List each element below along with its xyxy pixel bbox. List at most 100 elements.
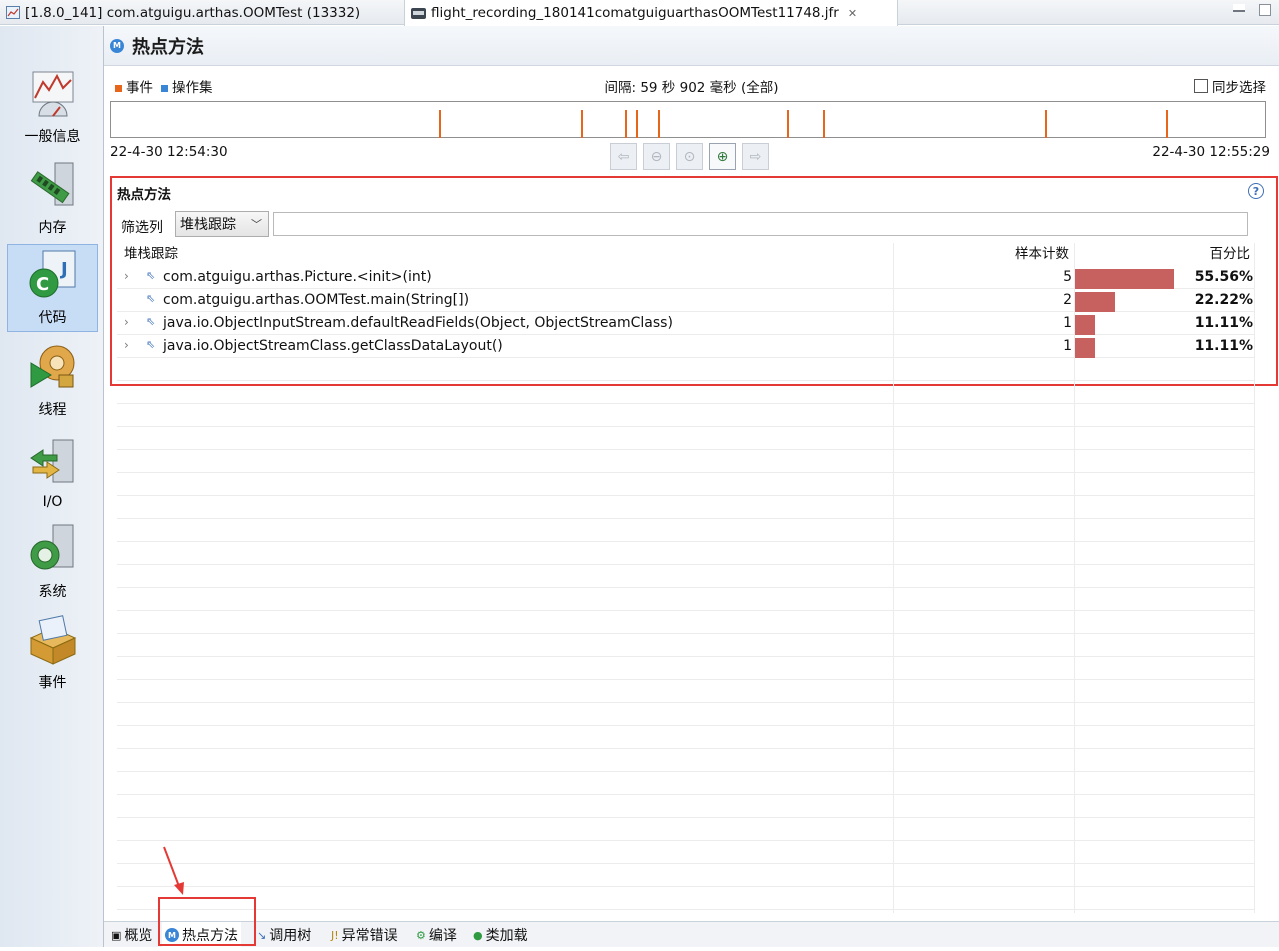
- page-header: M 热点方法: [104, 26, 1279, 66]
- method-name: com.atguigu.arthas.OOMTest.main(String[]…: [163, 292, 470, 308]
- nav-label: 一般信息: [24, 129, 81, 145]
- filter-column-select[interactable]: 堆栈跟踪 ﹀: [175, 211, 269, 237]
- sample-count: 1: [1063, 315, 1072, 331]
- memory-icon: [30, 162, 73, 206]
- overview-icon: ▣: [111, 928, 122, 942]
- chevron-right-icon[interactable]: ›: [124, 338, 129, 352]
- empty-row: [117, 726, 1255, 749]
- tab-flight-recording[interactable]: flight_recording_180141comatguiguarthasO…: [404, 0, 898, 26]
- tab-overview[interactable]: ▣ 概览: [108, 922, 155, 948]
- call-tree-icon: ↘: [257, 928, 267, 942]
- back-arrow-icon[interactable]: ⇦: [610, 143, 637, 170]
- nav-label: I/O: [42, 494, 63, 510]
- header-stack-trace[interactable]: 堆栈跟踪: [124, 243, 178, 266]
- chevron-right-icon[interactable]: ›: [124, 269, 129, 283]
- sync-select-checkbox[interactable]: [1194, 79, 1208, 93]
- time-start: 22-4-30 12:54:30: [110, 144, 228, 160]
- page-title: 热点方法: [132, 36, 204, 58]
- zoom-toolbar: ⇦ ⊖ ⊙ ⊕ ⇨: [610, 143, 769, 170]
- event-marker: [787, 110, 789, 138]
- zoom-fit-icon[interactable]: ⊙: [676, 143, 703, 170]
- exception-icon: J!: [331, 928, 339, 942]
- nav-item-events[interactable]: 事件: [7, 608, 98, 696]
- help-icon[interactable]: ?: [1248, 183, 1264, 199]
- sync-select-label: 同步选择: [1212, 80, 1266, 96]
- filter-column-value: 堆栈跟踪: [180, 217, 236, 233]
- left-navigation: 一般信息 内存 J C 代码 线程 I/O 系统 事件: [0, 26, 104, 947]
- empty-row: [117, 473, 1255, 496]
- event-marker: [1166, 110, 1168, 138]
- chevron-right-icon[interactable]: ›: [124, 315, 129, 329]
- system-icon: [30, 524, 73, 570]
- close-icon[interactable]: ✕: [848, 7, 857, 20]
- chevron-down-icon: ﹀: [251, 218, 262, 231]
- bottom-tab-bar: ▣ 概览 M 热点方法 ↘ 调用树 J! 异常错误 ⚙ 编译 ● 类加载: [104, 921, 1279, 948]
- chart-icon: [32, 71, 73, 117]
- event-marker: [581, 110, 583, 138]
- thread-icon: [30, 345, 74, 388]
- tab-class-loading[interactable]: ● 类加载: [470, 922, 531, 948]
- zoom-out-icon[interactable]: ⊖: [643, 143, 670, 170]
- nav-item-system[interactable]: 系统: [7, 517, 98, 605]
- empty-row: [117, 404, 1255, 427]
- tab-exceptions[interactable]: J! 异常错误: [328, 922, 401, 948]
- nav-item-general[interactable]: 一般信息: [7, 62, 98, 150]
- editor-tab-bar: [1.8.0_141] com.atguigu.arthas.OOMTest (…: [0, 0, 1279, 26]
- method-icon: ⇖: [146, 315, 156, 328]
- table-row[interactable]: › ⇖ com.atguigu.arthas.Picture.<init>(int)…: [117, 266, 1255, 289]
- time-end: 22-4-30 12:55:29: [1152, 144, 1270, 160]
- empty-row: [117, 841, 1255, 864]
- annotation-arrow-icon: [163, 846, 184, 895]
- method-name: java.io.ObjectInputStream.defaultReadFie…: [163, 315, 673, 331]
- event-marker: [658, 110, 660, 138]
- empty-row: [117, 703, 1255, 726]
- table-row[interactable]: › ⇖ java.io.ObjectInputStream.defaultReadF…: [117, 312, 1255, 335]
- event-marker: [439, 110, 441, 138]
- forward-arrow-icon[interactable]: ⇨: [742, 143, 769, 170]
- empty-row: [117, 358, 1255, 381]
- empty-row: [117, 519, 1255, 542]
- table-row[interactable]: › ⇖ java.io.ObjectStreamClass.getClassData…: [117, 335, 1255, 358]
- zoom-in-icon[interactable]: ⊕: [709, 143, 736, 170]
- empty-row: [117, 795, 1255, 818]
- nav-label: 事件: [38, 675, 67, 691]
- tab-compile[interactable]: ⚙ 编译: [413, 922, 460, 948]
- tab-label: 类加载: [485, 928, 528, 944]
- event-marker: [1045, 110, 1047, 138]
- sync-select[interactable]: 同步选择: [1194, 76, 1266, 96]
- nav-item-memory[interactable]: 内存: [7, 153, 98, 241]
- header-sample-count[interactable]: 样本计数: [894, 243, 1069, 266]
- filter-input[interactable]: [273, 212, 1248, 236]
- empty-row: [117, 772, 1255, 795]
- method-icon: ⇖: [146, 338, 156, 351]
- code-icon: J C: [29, 250, 75, 298]
- chart-icon: [6, 6, 20, 19]
- empty-row: [117, 749, 1255, 772]
- class-loading-icon: ●: [473, 928, 483, 942]
- nav-item-code[interactable]: J C 代码: [7, 244, 98, 332]
- timeline-range[interactable]: [110, 101, 1266, 138]
- nav-item-threads[interactable]: 线程: [7, 335, 98, 423]
- empty-row: [117, 864, 1255, 887]
- header-percent[interactable]: 百分比: [1075, 243, 1251, 266]
- empty-row: [117, 565, 1255, 588]
- tab-call-tree[interactable]: ↘ 调用树: [254, 922, 314, 948]
- section-title: 热点方法: [117, 187, 171, 203]
- event-icon: [29, 615, 76, 665]
- percent-value: 22.22%: [1194, 292, 1253, 308]
- table-row[interactable]: ⇖ com.atguigu.arthas.OOMTest.main(String[…: [117, 289, 1255, 312]
- event-marker: [636, 110, 638, 138]
- percent-value: 11.11%: [1194, 315, 1253, 331]
- method-icon: M: [110, 38, 124, 53]
- empty-row: [117, 611, 1255, 634]
- percent-value: 55.56%: [1194, 269, 1253, 285]
- minimize-button[interactable]: [1233, 4, 1245, 12]
- empty-row: [117, 496, 1255, 519]
- maximize-button[interactable]: [1259, 4, 1271, 16]
- nav-label: 系统: [38, 584, 67, 600]
- nav-label: 线程: [38, 402, 67, 418]
- tab-jvm-connection[interactable]: [1.8.0_141] com.atguigu.arthas.OOMTest (…: [0, 0, 402, 25]
- nav-label: 代码: [38, 310, 67, 326]
- nav-item-io[interactable]: I/O: [7, 426, 98, 514]
- hot-methods-table: 堆栈跟踪 样本计数 百分比 › ⇖ com.atguigu.arthas.Pictu…: [117, 243, 1255, 913]
